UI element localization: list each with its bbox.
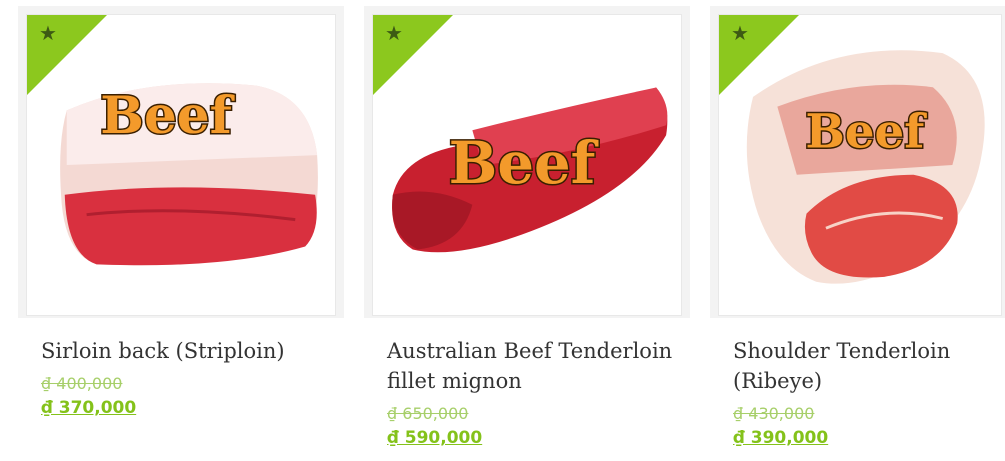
image-watermark: Beef	[100, 85, 234, 146]
product-info: Shoulder Tenderloin (Ribeye) ₫ 430,000 ₫…	[710, 318, 1005, 461]
product-image-link[interactable]: ★ Beef	[718, 14, 1002, 316]
star-icon: ★	[385, 21, 403, 45]
old-price: ₫ 400,000	[41, 374, 123, 393]
product-image-link[interactable]: ★ Beef	[26, 14, 336, 316]
product-name-link[interactable]: Sirloin back (Striploin)	[41, 336, 334, 366]
star-icon: ★	[39, 21, 57, 45]
product-card[interactable]: ★ Beef Sirloin back (Striploin) ₫ 400,00…	[18, 6, 344, 436]
old-price: ₫ 650,000	[387, 404, 469, 423]
sale-price: ₫ 590,000	[387, 428, 483, 448]
product-info: Sirloin back (Striploin) ₫ 400,000 ₫ 370…	[18, 318, 344, 436]
product-info: Australian Beef Tenderloin fillet mignon…	[364, 318, 690, 461]
sale-price: ₫ 390,000	[733, 428, 829, 448]
image-watermark: Beef	[805, 104, 927, 159]
product-name-link[interactable]: Australian Beef Tenderloin fillet mignon	[387, 336, 680, 396]
product-card[interactable]: ★ Beef Australian Beef Tenderloin fillet…	[364, 6, 690, 461]
sale-price: ₫ 370,000	[41, 398, 137, 418]
image-watermark: Beef	[449, 129, 599, 197]
star-icon: ★	[731, 21, 749, 45]
old-price: ₫ 430,000	[733, 404, 815, 423]
product-image-link[interactable]: ★ Beef	[372, 14, 682, 316]
product-card[interactable]: ★ Beef Shoulder Tenderloin (Ribeye) ₫ 43…	[710, 6, 1005, 461]
product-name-link[interactable]: Shoulder Tenderloin (Ribeye)	[733, 336, 1000, 396]
